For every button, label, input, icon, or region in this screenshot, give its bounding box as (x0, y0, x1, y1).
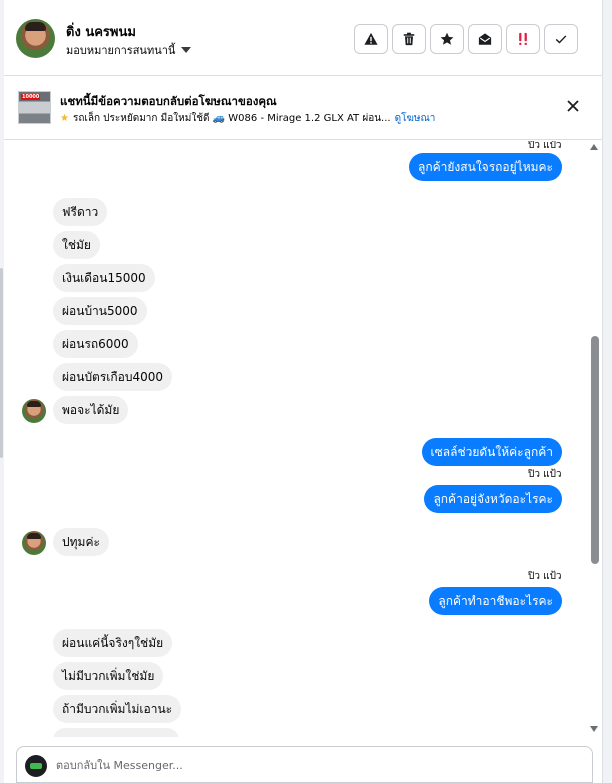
mark-unread-button[interactable] (468, 24, 502, 54)
reply-input[interactable] (56, 756, 576, 774)
delete-button[interactable] (392, 24, 426, 54)
page-avatar (25, 755, 47, 777)
message-incoming-partial[interactable] (53, 728, 179, 737)
conversation-header: ดิ่ง นครพนม มอบหมายการสนทนานี้ (4, 0, 602, 76)
seen-indicator: ปิว แป้ว (528, 571, 562, 582)
message-incoming[interactable]: ผ่อนบ้าน5000 (53, 297, 147, 326)
message-outgoing[interactable]: ลูกค้าอยู่จังหวัดอะไรคะ (424, 485, 562, 514)
ad-thumbnail-tag: 10000 (21, 94, 41, 100)
ad-reply-banner: 10000 แชทนี้มีข้อความตอบกลับต่อโฆษณาของค… (4, 77, 602, 140)
mark-spam-button[interactable] (354, 24, 388, 54)
window-frame-right (602, 0, 612, 783)
close-icon[interactable] (566, 99, 580, 113)
mark-done-button[interactable] (544, 24, 578, 54)
message-incoming[interactable]: เงินเดือน15000 (53, 264, 155, 293)
seen-indicator: ปิว แป้ว (528, 469, 562, 480)
ad-banner-subtitle: ★ รถเล็ก ประหยัดมาก มือใหม่ใช้ดี 🚙 W086 … (60, 111, 435, 126)
ad-banner-title: แชทนี้มีข้อความตอบกลับต่อโฆษณาของคุณ (60, 94, 277, 108)
message-incoming[interactable]: ผ่อนบัตรเกือบ4000 (53, 363, 173, 392)
ad-description: รถเล็ก ประหยัดมาก มือใหม่ใช้ดี 🚙 W086 - … (72, 113, 391, 124)
left-edge-scroll-marker (0, 268, 3, 458)
assign-label: มอบหมายการสนทนานี้ (66, 44, 176, 57)
contact-name[interactable]: ดิ่ง นครพนม (66, 21, 136, 42)
message-outgoing[interactable]: เซลล์ช่วยดันให้ค่ะลูกค้า (421, 438, 562, 467)
message-outgoing[interactable]: ลูกค้ายังสนใจรถอยู่ไหมคะ (409, 153, 562, 182)
mark-urgent-button[interactable] (506, 24, 540, 54)
check-icon (555, 35, 567, 44)
contact-avatar-small[interactable] (22, 531, 46, 555)
open-envelope-icon (478, 33, 492, 45)
message-incoming[interactable]: ปทุมค่ะ (53, 528, 109, 557)
warning-icon (364, 32, 378, 45)
contact-avatar-small[interactable] (22, 399, 46, 423)
message-incoming[interactable]: ฟรีดาว (53, 198, 108, 227)
scroll-down-arrow-icon[interactable] (590, 726, 598, 732)
message-incoming[interactable]: ผ่อนแค่นี้จริงๆใช่มัย (53, 629, 173, 658)
message-incoming[interactable]: ถ้ามีบวกเพิ่มไม่เอานะ (53, 695, 182, 724)
message-outgoing[interactable]: ลูกค้าทำอาชีพอะไรคะ (429, 587, 562, 616)
trash-icon (403, 32, 415, 46)
scroll-up-arrow-icon[interactable] (590, 144, 598, 150)
view-ad-link[interactable]: ดูโฆษณา (395, 111, 436, 126)
star-button[interactable] (430, 24, 464, 54)
urgent-icon (519, 32, 527, 46)
contact-avatar[interactable] (16, 19, 55, 58)
caret-down-icon (181, 47, 192, 53)
reply-composer (16, 746, 593, 783)
message-incoming[interactable]: ไม่มีบวกเพิ่มใช่มัย (53, 662, 164, 691)
message-incoming[interactable]: ใช่มัย (53, 231, 100, 260)
star-emoji-icon: ★ (60, 113, 69, 124)
message-incoming[interactable]: พอจะได้มัย (53, 396, 129, 425)
message-thread[interactable]: ปิว แป้ว ลูกค้ายังสนใจรถอยู่ไหมคะ ฟรีดาว… (4, 141, 588, 737)
message-incoming[interactable]: ผ่อนรถ6000 (53, 330, 138, 359)
scrollbar-thumb[interactable] (591, 336, 599, 564)
assign-conversation-dropdown[interactable]: มอบหมายการสนทนานี้ (66, 41, 192, 59)
ad-thumbnail[interactable]: 10000 (18, 91, 51, 124)
header-actions (354, 24, 578, 54)
seen-indicator: ปิว แป้ว (528, 141, 562, 151)
star-icon (440, 32, 454, 45)
